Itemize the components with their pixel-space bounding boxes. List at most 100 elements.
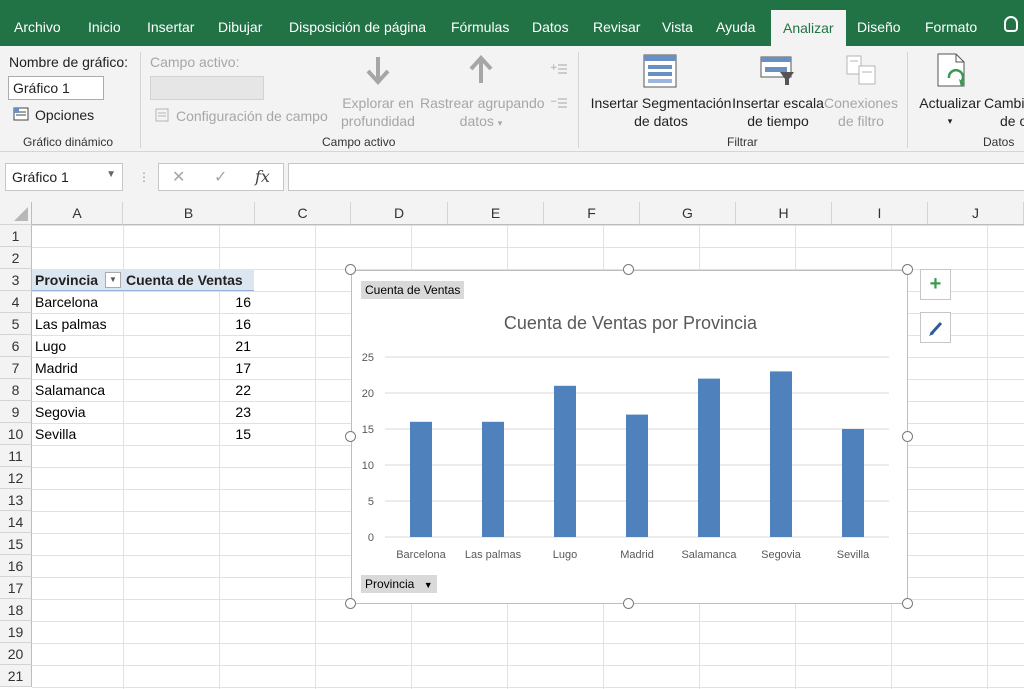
name-box[interactable]: Gráfico 1 ▼ <box>5 163 123 191</box>
row-header-12[interactable]: 12 <box>0 467 32 489</box>
row-header-18[interactable]: 18 <box>0 599 32 621</box>
cancel-icon[interactable]: ✕ <box>172 167 185 187</box>
pivot-row-label[interactable]: Salamanca <box>32 379 123 401</box>
row-header-7[interactable]: 7 <box>0 357 32 379</box>
grip-icon[interactable]: ⋮ <box>138 170 150 184</box>
resize-handle[interactable] <box>902 598 913 609</box>
row-header-8[interactable]: 8 <box>0 379 32 401</box>
column-header-f[interactable]: F <box>544 202 640 225</box>
column-header-h[interactable]: H <box>736 202 832 225</box>
group-label-data: Datos <box>983 135 1015 149</box>
tab-diseno[interactable]: Diseño <box>857 0 901 46</box>
timeline-icon <box>760 56 796 86</box>
tab-datos[interactable]: Datos <box>532 0 569 46</box>
insert-timeline-button[interactable]: Insertar escala de tiempo <box>732 94 824 130</box>
lightbulb-icon[interactable] <box>1004 16 1018 32</box>
select-all-corner[interactable] <box>0 202 32 225</box>
row-header-13[interactable]: 13 <box>0 489 32 511</box>
pivot-row-value[interactable]: 17 <box>123 357 254 379</box>
row-header-2[interactable]: 2 <box>0 247 32 269</box>
pivot-row-value[interactable]: 23 <box>123 401 254 423</box>
chevron-down-icon[interactable]: ▼ <box>106 169 116 180</box>
tab-revisar[interactable]: Revisar <box>593 0 640 46</box>
column-header-j[interactable]: J <box>928 202 1024 225</box>
tab-analizar[interactable]: Analizar <box>771 10 846 46</box>
row-header-17[interactable]: 17 <box>0 577 32 599</box>
bar-madrid[interactable] <box>626 414 648 537</box>
pivot-row-label[interactable]: Sevilla <box>32 423 123 445</box>
resize-handle[interactable] <box>345 264 356 275</box>
y-tick-label: 20 <box>362 388 374 400</box>
bar-barcelona[interactable] <box>410 421 432 537</box>
row-header-20[interactable]: 20 <box>0 643 32 665</box>
insert-function-icon[interactable]: fx <box>255 167 270 186</box>
column-header-b[interactable]: B <box>123 202 255 225</box>
y-tick-label: 10 <box>362 460 374 472</box>
bar-las-palmas[interactable] <box>482 421 504 537</box>
row-header-5[interactable]: 5 <box>0 313 32 335</box>
enter-icon[interactable]: ✓ <box>214 167 227 187</box>
column-header-d[interactable]: D <box>351 202 448 225</box>
filter-dropdown-icon[interactable]: ▼ <box>105 272 121 288</box>
formula-input[interactable] <box>288 163 1024 191</box>
bar-segovia[interactable] <box>770 371 792 537</box>
tab-archivo[interactable]: Archivo <box>14 0 61 46</box>
column-header-c[interactable]: C <box>255 202 351 225</box>
row-header-15[interactable]: 15 <box>0 533 32 555</box>
pivot-row-value[interactable]: 16 <box>123 313 254 335</box>
row-header-19[interactable]: 19 <box>0 621 32 643</box>
row-header-21[interactable]: 21 <box>0 665 32 687</box>
pivot-row-label[interactable]: Barcelona <box>32 291 123 313</box>
y-tick-label: 5 <box>368 496 374 508</box>
row-header-3[interactable]: 3 <box>0 269 32 291</box>
column-header-e[interactable]: E <box>448 202 544 225</box>
insert-slicer-button[interactable]: Insertar Segmentación de datos <box>590 94 732 130</box>
pivot-chart[interactable]: Cuenta de Ventas Cuenta de Ventas por Pr… <box>351 270 908 604</box>
resize-handle[interactable] <box>623 264 634 275</box>
resize-handle[interactable] <box>623 598 634 609</box>
tab-disposicion[interactable]: Disposición de página <box>289 0 426 46</box>
tab-formato[interactable]: Formato <box>925 0 977 46</box>
pivot-row-value[interactable]: 16 <box>123 291 254 313</box>
column-header-a[interactable]: A <box>32 202 123 225</box>
pivot-row-value[interactable]: 21 <box>123 335 254 357</box>
bar-lugo[interactable] <box>554 385 576 537</box>
chart-elements-plus-icon[interactable]: + <box>920 269 951 300</box>
options-button[interactable]: Opciones <box>35 107 94 123</box>
tab-ayuda[interactable]: Ayuda <box>716 0 755 46</box>
tab-inicio[interactable]: Inicio <box>88 0 121 46</box>
tab-vista[interactable]: Vista <box>662 0 693 46</box>
pivot-header-count[interactable]: Cuenta de Ventas <box>123 269 254 291</box>
change-source-button[interactable]: Cambi de o <box>984 94 1024 130</box>
pivot-row-value[interactable]: 22 <box>123 379 254 401</box>
resize-handle[interactable] <box>345 598 356 609</box>
row-header-16[interactable]: 16 <box>0 555 32 577</box>
chart-name-input[interactable]: Gráfico 1 <box>8 76 104 100</box>
tab-insertar[interactable]: Insertar <box>147 0 194 46</box>
row-header-1[interactable]: 1 <box>0 225 32 247</box>
row-header-14[interactable]: 14 <box>0 511 32 533</box>
pivot-row-label[interactable]: Las palmas <box>32 313 123 335</box>
formula-buttons: ✕ ✓ fx <box>158 163 284 191</box>
row-header-10[interactable]: 10 <box>0 423 32 445</box>
chart-styles-brush-icon[interactable] <box>920 312 951 343</box>
pivot-row-value[interactable]: 15 <box>123 423 254 445</box>
bar-salamanca[interactable] <box>698 378 720 537</box>
refresh-button[interactable]: Actualizar ▾ <box>914 94 986 130</box>
row-header-6[interactable]: 6 <box>0 335 32 357</box>
row-header-9[interactable]: 9 <box>0 401 32 423</box>
resize-handle[interactable] <box>902 264 913 275</box>
pivot-row-label[interactable]: Segovia <box>32 401 123 423</box>
column-header-i[interactable]: I <box>832 202 928 225</box>
pivot-row-label[interactable]: Madrid <box>32 357 123 379</box>
row-header-11[interactable]: 11 <box>0 445 32 467</box>
axis-field-button[interactable]: Provincia ▼ <box>361 575 437 593</box>
bar-sevilla[interactable] <box>842 429 864 537</box>
resize-handle[interactable] <box>345 431 356 442</box>
tab-formulas[interactable]: Fórmulas <box>451 0 509 46</box>
column-header-g[interactable]: G <box>640 202 736 225</box>
tab-dibujar[interactable]: Dibujar <box>218 0 262 46</box>
pivot-row-label[interactable]: Lugo <box>32 335 123 357</box>
row-header-4[interactable]: 4 <box>0 291 32 313</box>
resize-handle[interactable] <box>902 431 913 442</box>
